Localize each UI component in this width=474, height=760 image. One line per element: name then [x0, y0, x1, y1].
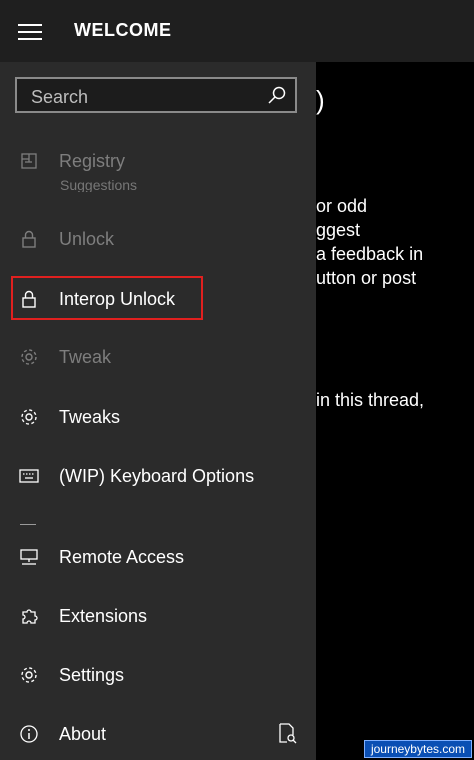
content-line: ggest	[316, 220, 361, 240]
search-input[interactable]	[29, 85, 263, 109]
nav-item-label: Settings	[59, 664, 125, 685]
overlapped-text: Suggestions	[60, 178, 138, 192]
app-title: WELCOME	[74, 20, 172, 40]
content-line: )	[316, 85, 325, 115]
nav-item-remote-access[interactable]: Remote Access	[0, 535, 316, 579]
registry-icon	[18, 150, 40, 172]
nav-item-label: About	[59, 723, 107, 744]
nav-item-label: Interop Unlock	[59, 288, 176, 309]
nav-item-tweaks[interactable]: Tweaks	[0, 395, 316, 439]
navigation-pane: Registry Suggestions Unlock Interop Unlo…	[0, 62, 316, 760]
content-line: a feedback in	[316, 244, 424, 264]
search-box[interactable]	[15, 77, 297, 113]
pane-divider	[20, 524, 36, 525]
title-bar: WELCOME	[0, 0, 474, 63]
hamburger-icon-line	[18, 31, 42, 33]
nav-item-label: Tweak	[59, 346, 112, 367]
nav-item-tweak[interactable]: Tweak	[0, 335, 316, 379]
content-line: in this thread,	[316, 390, 425, 410]
nav-item-label: Remote Access	[59, 546, 185, 567]
nav-item-about[interactable]: About	[0, 712, 316, 756]
nav-item-label: Registry	[59, 150, 126, 171]
nav-item-label: Unlock	[59, 228, 115, 249]
nav-item-label: (WIP) Keyboard Options	[59, 465, 255, 486]
content-line: utton or post	[316, 268, 417, 288]
main-content: ) or odd ggest a feedback in utton or po…	[316, 62, 474, 760]
nav-item-unlock[interactable]: Unlock	[0, 217, 316, 261]
nav-item-settings[interactable]: Settings	[0, 653, 316, 697]
puzzle-icon	[18, 605, 40, 627]
nav-item-keyboard-options[interactable]: (WIP) Keyboard Options	[0, 454, 316, 498]
hamburger-icon-line	[18, 24, 42, 26]
nav-item-interop-unlock[interactable]: Interop Unlock	[0, 277, 316, 321]
gear-icon	[18, 664, 40, 686]
lock-icon	[18, 228, 40, 250]
nav-item-extensions[interactable]: Extensions	[0, 594, 316, 638]
nav-item-registry[interactable]: Registry	[0, 139, 316, 183]
watermark: journeybytes.com	[363, 740, 472, 758]
content-line: or odd	[316, 196, 368, 216]
gear-icon	[18, 406, 40, 428]
gear-icon	[18, 346, 40, 368]
hamburger-icon-line	[18, 38, 42, 40]
keyboard-icon	[18, 465, 40, 487]
lock-icon	[18, 288, 40, 310]
search-icon[interactable]	[267, 85, 287, 105]
info-icon	[18, 723, 40, 745]
remote-desktop-icon	[18, 546, 40, 568]
hamburger-menu-button[interactable]	[18, 24, 42, 42]
nav-item-label: Extensions	[59, 605, 148, 626]
document-search-icon[interactable]	[276, 722, 298, 744]
nav-item-label: Tweaks	[59, 406, 121, 427]
